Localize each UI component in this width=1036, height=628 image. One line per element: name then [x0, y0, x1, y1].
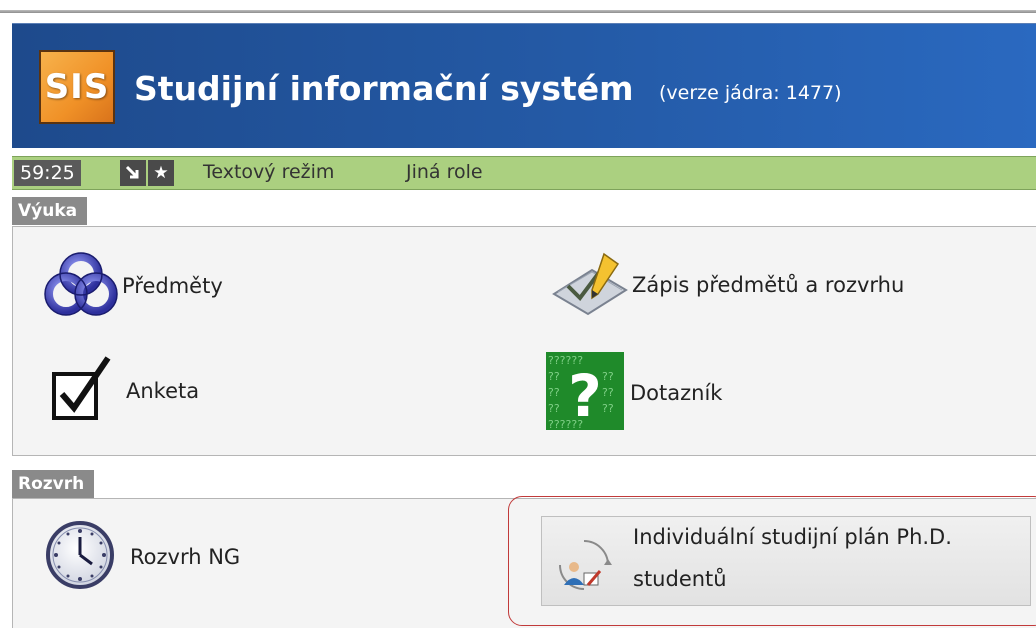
app-header: SIS Studijní informační systém (verze já…: [12, 23, 1036, 148]
top-rule: [0, 10, 1036, 13]
checkbox-icon: [50, 354, 116, 428]
menu-item-label: Rozvrh NG: [130, 545, 241, 569]
app-title: Studijní informační systém: [134, 69, 634, 108]
text-mode-link[interactable]: Textový režim: [203, 161, 334, 183]
status-bar: 59:25 ★ Textový režim Jiná role: [12, 156, 1036, 190]
svg-text:??: ??: [602, 386, 614, 399]
menu-item-predmety[interactable]: Předměty: [40, 248, 223, 324]
menu-item-rozvrh-ng[interactable]: Rozvrh NG: [42, 520, 240, 594]
section-title-rozvrh: Rozvrh: [12, 470, 95, 498]
svg-text:??: ??: [548, 370, 560, 383]
sis-logo[interactable]: SIS: [39, 50, 115, 124]
svg-text:?: ?: [568, 362, 602, 430]
study-plan-icon: [554, 535, 614, 599]
menu-item-label: Zápis předmětů a rozvrhu: [632, 273, 905, 297]
clock-icon: [42, 520, 120, 594]
question-icon: ?????? ???? ???? ???? ?????? ?: [546, 352, 624, 434]
other-role-link[interactable]: Jiná role: [406, 161, 483, 183]
star-icon[interactable]: ★: [148, 160, 174, 186]
knot-icon: [40, 248, 122, 324]
menu-item-label-line2: studentů: [633, 567, 727, 591]
menu-item-label: Anketa: [126, 379, 200, 403]
kernel-version: (verze jádra: 1477): [659, 82, 842, 104]
svg-text:??: ??: [548, 402, 560, 415]
svg-text:??: ??: [548, 386, 560, 399]
menu-item-dotaznik[interactable]: ?????? ???? ???? ???? ?????? ? Dotazník: [546, 352, 722, 434]
menu-item-label-line1: Individuální studijní plán Ph.D.: [633, 525, 952, 549]
menu-item-label: Předměty: [122, 274, 223, 298]
section-title-vyuka: Výuka: [12, 197, 88, 225]
svg-text:??: ??: [602, 370, 614, 383]
menu-item-isp[interactable]: Individuální studijní plán Ph.D. student…: [541, 516, 1031, 606]
pencil-icon: [548, 250, 632, 320]
svg-text:??: ??: [602, 402, 614, 415]
menu-item-label: Dotazník: [630, 381, 723, 405]
session-timer: 59:25: [14, 160, 81, 186]
expand-arrow-icon[interactable]: [120, 160, 146, 186]
menu-item-zapis[interactable]: Zápis předmětů a rozvrhu: [548, 250, 904, 320]
menu-item-anketa[interactable]: Anketa: [50, 354, 199, 428]
